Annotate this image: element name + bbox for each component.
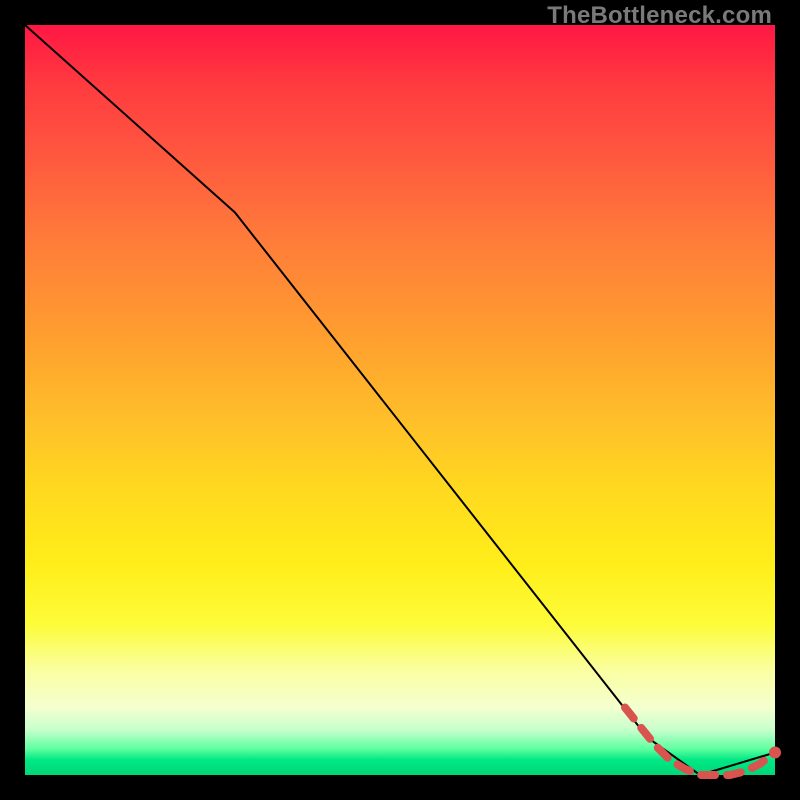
curve-line — [25, 25, 775, 775]
highlight-endpoint — [769, 747, 781, 759]
curve-path — [25, 25, 775, 775]
highlight-path — [625, 708, 775, 776]
plot-svg — [25, 25, 775, 775]
chart-container: TheBottleneck.com — [0, 0, 800, 800]
plot-area — [25, 25, 775, 775]
highlight-line — [625, 708, 781, 776]
